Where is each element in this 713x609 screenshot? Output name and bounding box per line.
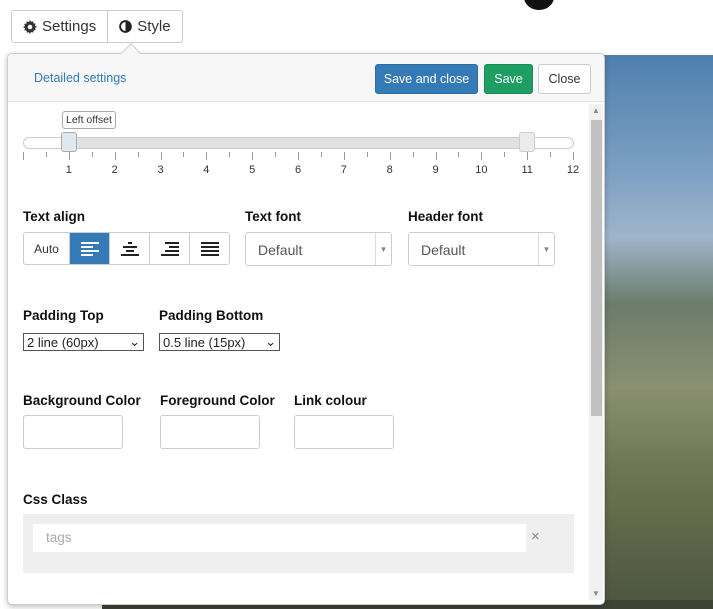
gear-icon xyxy=(23,19,37,34)
slider-tick-label: 6 xyxy=(294,164,302,176)
tags-input[interactable]: tags xyxy=(33,524,526,552)
chevron-down-icon: ⌄ xyxy=(265,334,276,349)
slider-tick-label: 10 xyxy=(475,164,488,176)
align-justify-button[interactable] xyxy=(189,233,229,264)
scrollbar-thumb[interactable] xyxy=(591,120,602,416)
caret-down-icon: ▼ xyxy=(375,233,391,265)
css-class-label: Css Class xyxy=(23,492,88,507)
slider-tick xyxy=(435,152,437,160)
caret-down-icon: ▼ xyxy=(538,233,554,265)
align-left-button[interactable] xyxy=(69,233,109,264)
slider-tick-label: 3 xyxy=(157,164,164,176)
padding-bottom-select[interactable]: 0.5 line (15px) ⌄ xyxy=(159,333,280,351)
slider-tick xyxy=(68,152,70,160)
slider-tick xyxy=(527,152,529,160)
slider-tick-label: 4 xyxy=(203,164,210,176)
slider-tick xyxy=(504,152,506,157)
slider-tick xyxy=(114,152,116,160)
slider-tick xyxy=(343,152,345,160)
text-font-label: Text font xyxy=(245,209,301,224)
slider-tick xyxy=(366,152,368,157)
save-and-close-button[interactable]: Save and close xyxy=(375,64,478,94)
header-font-label: Header font xyxy=(408,209,484,224)
slider-tick xyxy=(298,152,299,160)
offset-slider-track[interactable] xyxy=(23,137,574,149)
align-center-icon xyxy=(120,241,139,256)
text-font-select[interactable]: Default ▼ xyxy=(245,232,392,266)
slider-range xyxy=(69,137,529,149)
slider-tick-label: 2 xyxy=(111,164,118,176)
header-font-value: Default xyxy=(421,242,466,258)
slider-tick-label: 5 xyxy=(249,164,256,176)
slider-tick-label: 8 xyxy=(386,164,393,176)
tab-style[interactable]: Style xyxy=(107,11,181,42)
contrast-icon xyxy=(119,20,133,33)
slider-tick xyxy=(550,152,552,157)
slider-tick xyxy=(91,152,93,157)
scroll-down-icon[interactable]: ▼ xyxy=(592,589,600,598)
text-align-label: Text align xyxy=(23,209,86,224)
text-font-value: Default xyxy=(258,242,303,258)
slider-tick xyxy=(45,152,47,157)
slider-tick xyxy=(206,152,208,160)
slider-tick-label: 7 xyxy=(340,164,347,176)
tab-settings[interactable]: Settings xyxy=(12,11,107,42)
padding-top-label: Padding Top xyxy=(23,308,104,323)
tab-settings-label: Settings xyxy=(42,18,97,35)
foreground-color-input[interactable] xyxy=(160,415,260,449)
slider-tick xyxy=(458,152,460,157)
foreground-color-label: Foreground Color xyxy=(160,393,275,408)
slider-tick xyxy=(183,152,185,157)
header-font-select[interactable]: Default ▼ xyxy=(408,232,555,266)
slider-tick xyxy=(389,152,391,160)
slider-handle-to[interactable] xyxy=(519,132,536,152)
align-justify-icon xyxy=(200,241,219,256)
align-auto-button[interactable]: Auto xyxy=(24,233,69,264)
padding-bottom-label: Padding Bottom xyxy=(159,308,264,323)
css-class-field: tags × xyxy=(23,514,574,573)
scrollbar[interactable]: ▲ ▼ xyxy=(589,104,603,600)
align-right-icon xyxy=(160,241,179,256)
slider-tick xyxy=(275,152,277,157)
slider-tick-label: 12 xyxy=(566,164,580,176)
close-button[interactable]: Close xyxy=(538,64,591,94)
slider-tick xyxy=(252,152,254,160)
black-circle-icon xyxy=(524,0,554,10)
slider-tick xyxy=(481,152,483,160)
align-left-icon xyxy=(80,241,99,256)
tab-style-label: Style xyxy=(137,18,171,35)
padding-bottom-value: 0.5 line (15px) xyxy=(163,334,246,350)
background-image xyxy=(600,55,713,609)
background-color-input[interactable] xyxy=(23,415,123,449)
slider-tick-label: 11 xyxy=(521,164,533,176)
align-center-button[interactable] xyxy=(109,233,149,264)
panel-header: Detailed settings Save and close Save Cl… xyxy=(8,54,604,102)
slider-tick xyxy=(320,152,322,157)
detailed-settings-link[interactable]: Detailed settings xyxy=(34,71,126,85)
slider-handle-from[interactable] xyxy=(60,132,77,152)
slider-tick-label: 1 xyxy=(65,164,72,176)
save-button[interactable]: Save xyxy=(484,64,533,94)
scroll-up-icon[interactable]: ▲ xyxy=(592,106,600,115)
background-color-label: Background Color xyxy=(23,393,141,408)
link-colour-input[interactable] xyxy=(294,415,394,449)
padding-top-value: 2 line (60px) xyxy=(27,334,99,350)
slider-tooltip: Left offset xyxy=(62,111,116,129)
slider-tick xyxy=(137,152,139,157)
slider-tick xyxy=(573,152,574,160)
style-panel: Detailed settings Save and close Save Cl… xyxy=(7,43,605,605)
align-right-button[interactable] xyxy=(149,233,189,264)
settings-tabs: Settings Style xyxy=(11,10,183,43)
slider-tick xyxy=(412,152,414,157)
slider-tick xyxy=(160,152,162,160)
slider-tick xyxy=(229,152,231,157)
slider-tick-label: 9 xyxy=(432,164,439,176)
link-colour-label: Link colour xyxy=(294,393,367,408)
text-align-group: Auto xyxy=(23,232,230,265)
slider-tick xyxy=(23,152,24,160)
clear-icon[interactable]: × xyxy=(531,528,540,545)
padding-top-select[interactable]: 2 line (60px) ⌄ xyxy=(23,333,144,351)
chevron-down-icon: ⌄ xyxy=(129,334,140,349)
